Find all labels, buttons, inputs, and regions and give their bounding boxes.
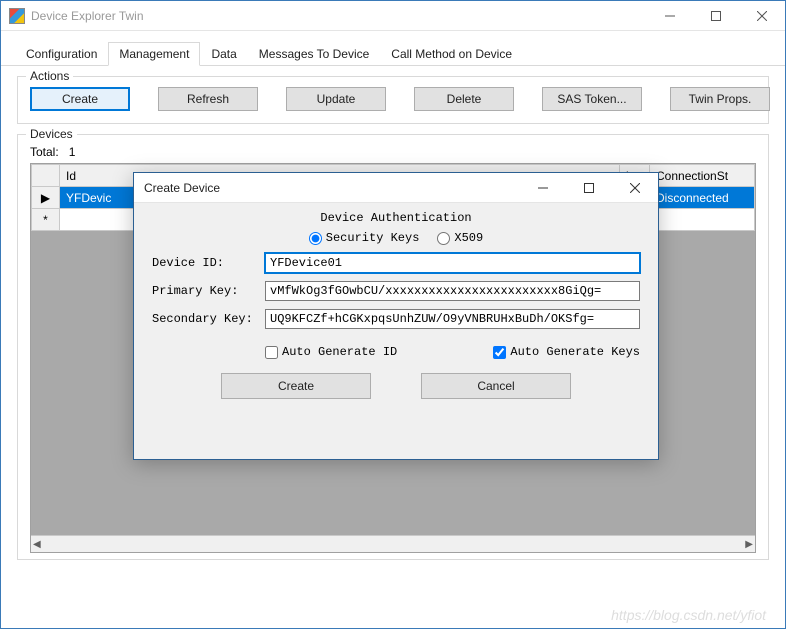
app-icon xyxy=(9,8,25,24)
auto-generate-keys-input[interactable] xyxy=(493,346,506,359)
sas-token-button[interactable]: SAS Token... xyxy=(542,87,642,111)
horizontal-scrollbar[interactable]: ◀ ▶ xyxy=(31,535,755,552)
twin-props-button[interactable]: Twin Props. xyxy=(670,87,770,111)
update-button[interactable]: Update xyxy=(286,87,386,111)
row-marker: ▶ xyxy=(32,187,60,209)
dialog-cancel-button[interactable]: Cancel xyxy=(421,373,571,399)
main-titlebar: Device Explorer Twin xyxy=(1,1,785,31)
actions-legend: Actions xyxy=(26,69,73,83)
actions-group: Actions Create Refresh Update Delete SAS… xyxy=(17,76,769,124)
secondary-key-input[interactable] xyxy=(265,309,640,329)
devices-legend: Devices xyxy=(26,127,77,141)
dialog-close-button[interactable] xyxy=(612,173,658,203)
new-row-marker: * xyxy=(32,209,60,231)
auto-generate-keys-checkbox[interactable]: Auto Generate Keys xyxy=(493,345,640,359)
tab-messages-to-device[interactable]: Messages To Device xyxy=(248,42,381,66)
cell-connection[interactable]: Disconnected xyxy=(650,187,755,209)
window-title: Device Explorer Twin xyxy=(31,9,647,23)
create-device-dialog: Create Device Device Authentication Secu… xyxy=(133,172,659,460)
col-connection[interactable]: ConnectionSt xyxy=(650,165,755,187)
tab-data[interactable]: Data xyxy=(200,42,247,66)
total-value: 1 xyxy=(69,145,76,159)
auto-generate-id-checkbox[interactable]: Auto Generate ID xyxy=(265,345,397,359)
window-controls xyxy=(647,1,785,31)
tab-configuration[interactable]: Configuration xyxy=(15,42,108,66)
radio-x509[interactable]: X509 xyxy=(437,231,483,245)
refresh-button[interactable]: Refresh xyxy=(158,87,258,111)
dialog-create-button[interactable]: Create xyxy=(221,373,371,399)
device-id-label: Device ID: xyxy=(152,256,257,270)
secondary-key-label: Secondary Key: xyxy=(152,312,257,326)
primary-key-label: Primary Key: xyxy=(152,284,257,298)
device-id-input[interactable] xyxy=(265,253,640,273)
minimize-button[interactable] xyxy=(647,1,693,31)
scroll-left-icon[interactable]: ◀ xyxy=(33,539,41,550)
close-button[interactable] xyxy=(739,1,785,31)
maximize-button[interactable] xyxy=(693,1,739,31)
dialog-maximize-button[interactable] xyxy=(566,173,612,203)
radio-security-keys[interactable]: Security Keys xyxy=(309,231,420,245)
grid-corner xyxy=(32,165,60,187)
scroll-right-icon[interactable]: ▶ xyxy=(745,539,753,550)
tab-management[interactable]: Management xyxy=(108,42,200,66)
auth-label: Device Authentication xyxy=(152,211,640,225)
dialog-title: Create Device xyxy=(144,181,520,195)
radio-x509-input[interactable] xyxy=(437,232,450,245)
auto-generate-id-input[interactable] xyxy=(265,346,278,359)
tabstrip: Configuration Management Data Messages T… xyxy=(1,31,785,66)
create-button[interactable]: Create xyxy=(30,87,130,111)
radio-security-keys-input[interactable] xyxy=(309,232,322,245)
dialog-titlebar: Create Device xyxy=(134,173,658,203)
devices-total: Total: 1 xyxy=(30,145,756,159)
total-label: Total: xyxy=(30,145,59,159)
delete-button[interactable]: Delete xyxy=(414,87,514,111)
primary-key-input[interactable] xyxy=(265,281,640,301)
tab-call-method[interactable]: Call Method on Device xyxy=(380,42,523,66)
dialog-minimize-button[interactable] xyxy=(520,173,566,203)
watermark: https://blog.csdn.net/yfiot xyxy=(611,607,766,623)
